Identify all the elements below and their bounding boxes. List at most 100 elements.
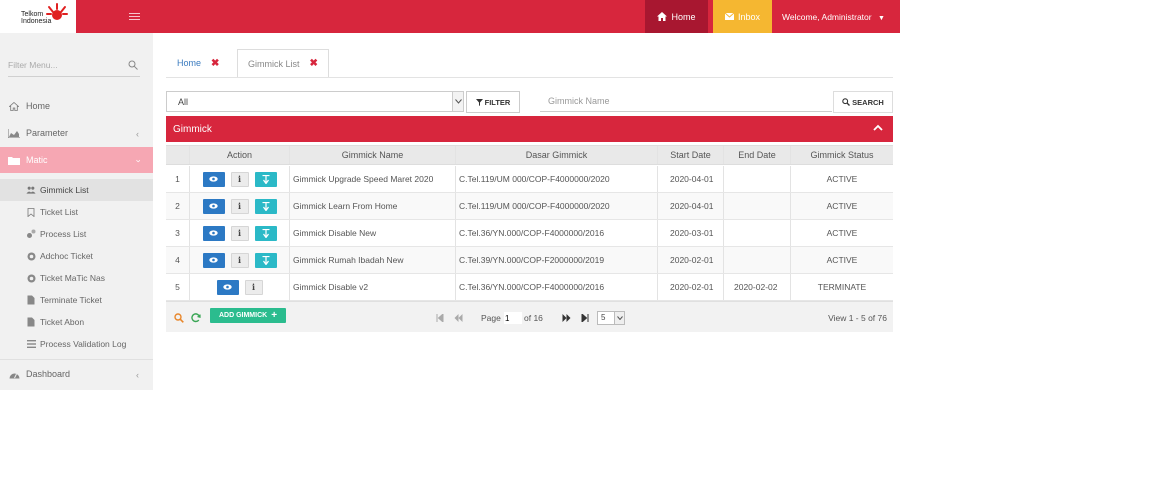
search-icon[interactable]: [174, 313, 184, 323]
view-button[interactable]: [202, 252, 225, 268]
terminate-button[interactable]: [254, 198, 277, 214]
column-header-end-date[interactable]: End Date: [724, 146, 791, 164]
cell-gimmick-name: Gimmick Disable v2: [290, 274, 456, 300]
terminate-button[interactable]: [254, 252, 277, 268]
table-pager: ADD GIMMICK + Page of 16 5 View 1 - 5 of…: [166, 301, 893, 332]
search-button[interactable]: SEARCH: [833, 91, 893, 113]
column-header-number: [166, 146, 190, 164]
sidebar-item-home[interactable]: Home: [0, 93, 153, 119]
next-page-icon[interactable]: [562, 314, 571, 322]
telkom-logo-icon: [46, 3, 68, 20]
info-button[interactable]: i: [230, 252, 249, 268]
cell-dasar-gimmick: C.Tel.36/YN.000/COP-F4000000/2016: [456, 274, 658, 300]
column-header-start-date[interactable]: Start Date: [658, 146, 724, 164]
list-icon: [26, 339, 36, 349]
tab-gimmick-list[interactable]: Gimmick List ✖: [237, 49, 329, 77]
row-number: 4: [166, 247, 190, 273]
gimmick-name-placeholder: Gimmick Name: [548, 96, 610, 106]
search-icon[interactable]: [128, 60, 138, 70]
page-total: of 16: [524, 313, 543, 323]
row-number: 5: [166, 274, 190, 300]
table-row[interactable]: 1 i Gimmick Upgrade Speed Maret 2020 C.T…: [166, 166, 893, 193]
nav-home-label: Home: [671, 11, 696, 22]
sidebar-subitem-label: Ticket MaTic Nas: [40, 273, 106, 283]
cell-start-date: 2020-02-01: [658, 274, 724, 300]
sidebar-subitem-ticket-list[interactable]: Ticket List: [0, 201, 153, 223]
top-navbar: Telkom Indonesia Home Inbox Welcome, Adm…: [0, 0, 900, 33]
cell-gimmick-status: ACTIVE: [826, 255, 858, 265]
column-header-action[interactable]: Action: [190, 146, 290, 164]
terminate-button[interactable]: [254, 225, 277, 241]
users-icon: [26, 185, 36, 195]
column-header-gimmick-status[interactable]: Gimmick Status: [791, 146, 893, 164]
close-icon[interactable]: ✖: [211, 58, 219, 69]
tab-home[interactable]: Home ✖: [177, 49, 219, 77]
sidebar-subitem-adchoc-ticket[interactable]: Adchoc Ticket: [0, 245, 153, 267]
home-icon: [657, 12, 668, 21]
sidebar-subitem-terminate-ticket[interactable]: Terminate Ticket: [0, 289, 153, 311]
column-header-dasar-gimmick[interactable]: Dasar Gimmick: [456, 146, 658, 164]
user-menu[interactable]: Welcome, Administrator ▼: [782, 12, 885, 22]
cell-gimmick-name: Gimmick Learn From Home: [290, 193, 456, 219]
view-button[interactable]: [202, 198, 225, 214]
terminate-button[interactable]: [254, 171, 277, 187]
search-button-label: SEARCH: [852, 97, 884, 107]
chevron-up-icon[interactable]: [873, 123, 883, 133]
terminate-icon: [262, 255, 269, 265]
last-page-icon[interactable]: [581, 314, 589, 322]
sidebar-item-label: Parameter: [26, 128, 69, 138]
row-number: 1: [166, 166, 190, 192]
dashboard-icon: [8, 369, 20, 379]
sidebar-item-label: Dashboard: [26, 369, 71, 379]
tab-gimmick-list-label: Gimmick List: [248, 58, 300, 69]
row-actions: i: [190, 274, 290, 300]
sidebar-subitem-process-list[interactable]: Process List: [0, 223, 153, 245]
nav-inbox-button[interactable]: Inbox: [713, 0, 772, 33]
sidebar-subitem-label: Process List: [40, 229, 87, 239]
filter-menu-input[interactable]: [8, 60, 118, 70]
sidebar-subitem-label: Terminate Ticket: [40, 295, 102, 305]
sidebar-subitem-process-validation-log[interactable]: Process Validation Log: [0, 333, 153, 355]
info-button[interactable]: i: [230, 171, 249, 187]
sidebar-subitem-gimmick-list[interactable]: Gimmick List: [0, 179, 153, 201]
page-number-input[interactable]: [504, 312, 522, 324]
nav-home-button[interactable]: Home: [645, 0, 708, 33]
add-gimmick-button[interactable]: ADD GIMMICK +: [210, 308, 286, 323]
gimmick-type-select[interactable]: All: [166, 91, 464, 112]
info-button[interactable]: i: [244, 279, 263, 295]
view-button[interactable]: [202, 225, 225, 241]
info-button[interactable]: i: [230, 225, 249, 241]
tabs-divider: [166, 77, 893, 78]
refresh-icon[interactable]: [191, 313, 201, 323]
sidebar-item-parameter[interactable]: Parameter ‹: [0, 120, 153, 146]
column-header-gimmick-name[interactable]: Gimmick Name: [290, 146, 456, 164]
sidebar-subitem-label: Process Validation Log: [40, 339, 127, 349]
gimmick-name-input[interactable]: Gimmick Name: [540, 91, 832, 112]
table-row[interactable]: 3 i Gimmick Disable New C.Tel.36/YN.000/…: [166, 220, 893, 247]
sidebar-subitem-ticket-matic-nas[interactable]: Ticket MaTic Nas: [0, 267, 153, 289]
envelope-icon: [724, 13, 734, 20]
prev-page-icon[interactable]: [454, 314, 463, 322]
close-icon[interactable]: ✖: [310, 58, 318, 69]
info-button[interactable]: i: [230, 198, 249, 214]
cell-gimmick-name: Gimmick Rumah Ibadah New: [290, 247, 456, 273]
table-row[interactable]: 4 i Gimmick Rumah Ibadah New C.Tel.39/YN…: [166, 247, 893, 274]
table-header-row: Action Gimmick Name Dasar Gimmick Start …: [166, 145, 893, 165]
table-row[interactable]: 2 i Gimmick Learn From Home C.Tel.119/UM…: [166, 193, 893, 220]
area-chart-icon: [8, 128, 20, 138]
sidebar-item-matic[interactable]: Matic ‹: [0, 147, 153, 173]
sidebar-subitem-label: Adchoc Ticket: [40, 251, 93, 261]
table-row[interactable]: 5 i Gimmick Disable v2 C.Tel.36/YN.000/C…: [166, 274, 893, 301]
filter-button[interactable]: FILTER: [466, 91, 520, 113]
telkom-logo[interactable]: Telkom Indonesia: [0, 0, 76, 33]
view-button[interactable]: [202, 171, 225, 187]
first-page-icon[interactable]: [436, 314, 444, 322]
chevron-down-icon: [452, 92, 463, 111]
menu-toggle-icon[interactable]: [129, 13, 140, 20]
bookmark-icon: [26, 207, 36, 217]
sidebar-item-dashboard[interactable]: Dashboard ‹: [0, 361, 153, 387]
sidebar-subitem-ticket-abon[interactable]: Ticket Abon: [0, 311, 153, 333]
view-button[interactable]: [216, 279, 239, 295]
page-size-select[interactable]: 5: [597, 311, 625, 325]
row-number: 3: [166, 220, 190, 246]
